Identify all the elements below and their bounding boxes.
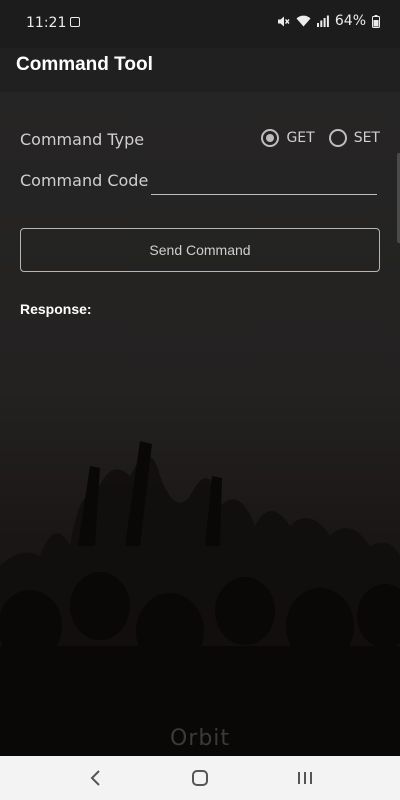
status-time: 11:21 (26, 15, 67, 31)
wifi-icon (296, 15, 311, 27)
main-content: Command Type GET SET Command Code Send C… (0, 92, 400, 756)
notification-icon (70, 17, 80, 27)
status-icons: 64% (277, 13, 380, 29)
command-code-label: Command Code (20, 171, 149, 190)
page-title: Command Tool (16, 54, 153, 75)
crowd-background-image (0, 441, 400, 756)
radio-set-indicator-icon[interactable] (328, 129, 347, 147)
navigation-bar (0, 756, 400, 800)
battery-percent: 64% (334, 13, 366, 29)
watermark-text: Orbit (169, 726, 231, 751)
battery-icon (372, 14, 380, 28)
command-type-radio-group: GET SET (261, 129, 380, 147)
radio-get-label: GET (286, 130, 315, 146)
home-icon[interactable] (188, 766, 212, 790)
response-label: Response: (20, 301, 92, 317)
signal-icon (316, 15, 329, 27)
command-code-input[interactable] (151, 172, 377, 195)
status-bar: 11:21 64% (0, 0, 400, 48)
radio-get-indicator-icon[interactable] (261, 129, 280, 147)
mute-icon (277, 16, 290, 26)
app-bar: Command Tool (0, 48, 400, 92)
send-command-button[interactable]: Send Command (20, 228, 380, 272)
back-icon[interactable] (84, 766, 108, 790)
recents-icon[interactable] (293, 766, 317, 790)
radio-set-label: SET (353, 130, 380, 146)
command-type-label: Command Type (20, 130, 145, 149)
radio-get[interactable]: GET (261, 129, 315, 147)
radio-set[interactable]: SET (328, 129, 380, 147)
